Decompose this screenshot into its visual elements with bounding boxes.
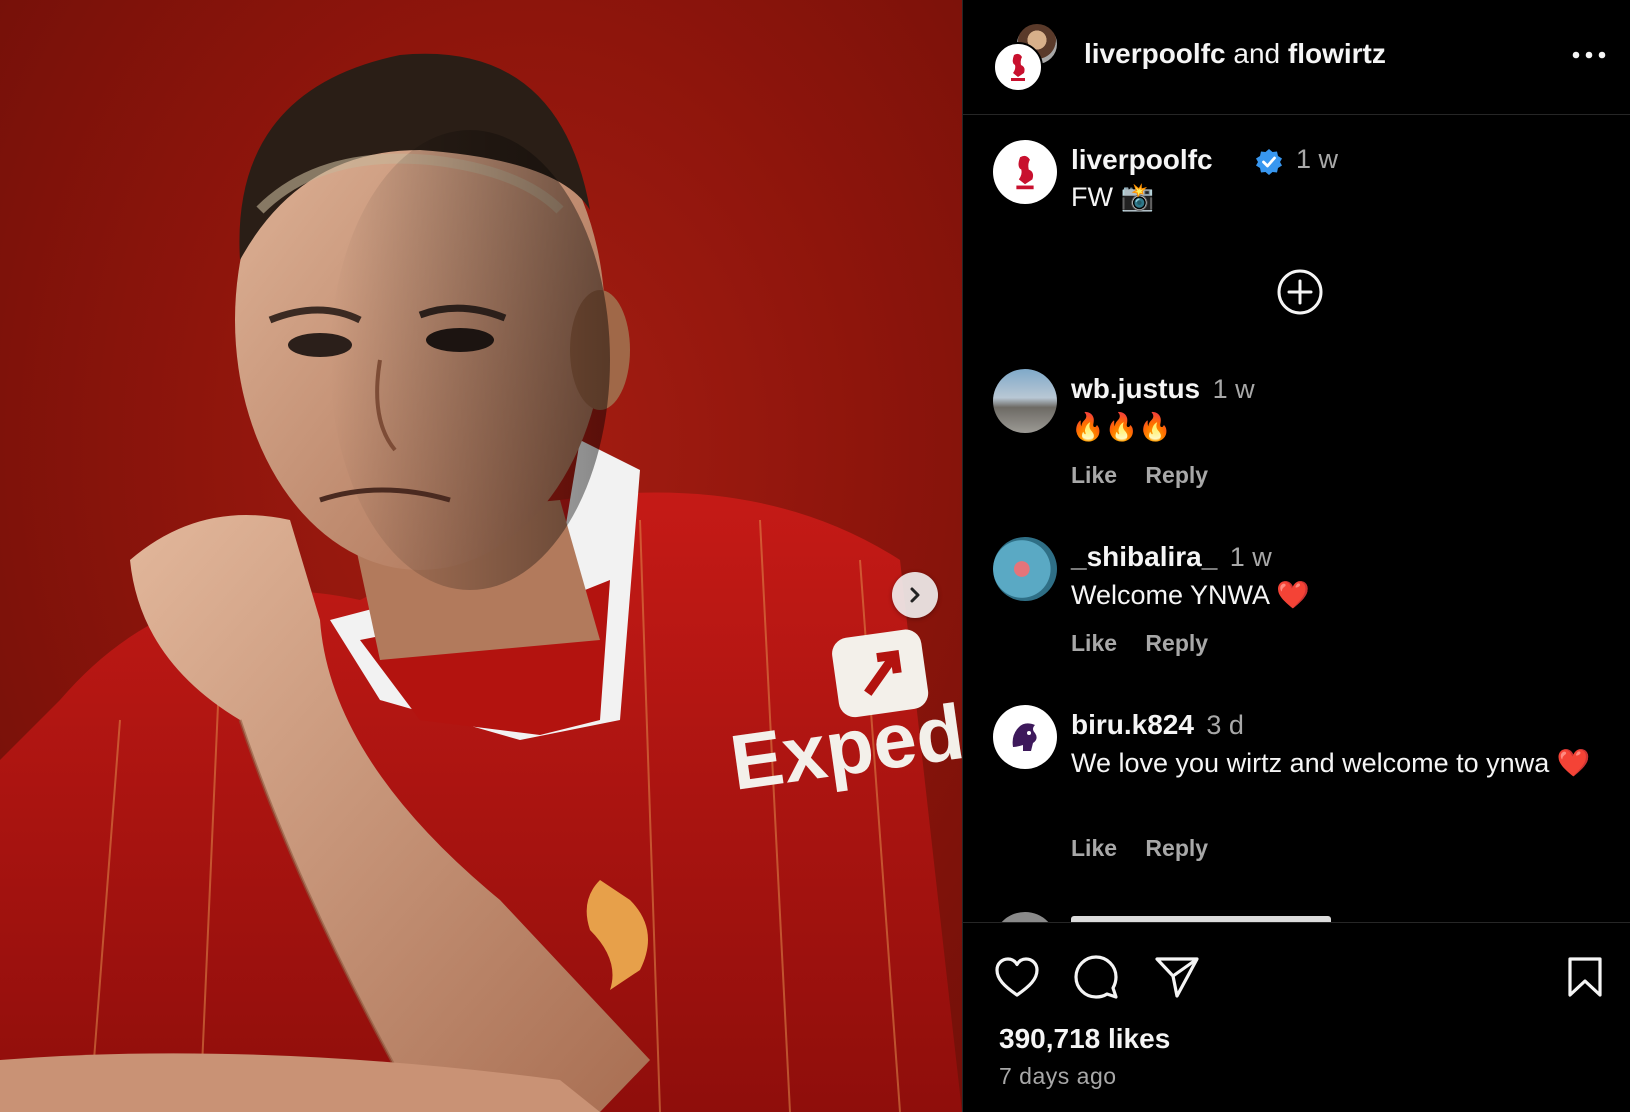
- heart-icon: [995, 957, 1039, 997]
- comment-text: We love you wirtz and welcome to ynwa ❤️: [1071, 748, 1591, 778]
- bookmark-icon: [1568, 957, 1602, 997]
- post-date[interactable]: 7 days ago: [999, 1063, 1117, 1090]
- save-button[interactable]: [1561, 953, 1609, 1001]
- comment-username[interactable]: _shibalira_: [1071, 541, 1217, 572]
- like-comment-button[interactable]: Like: [1071, 462, 1117, 488]
- reply-button[interactable]: Reply: [1145, 835, 1208, 861]
- account-link[interactable]: liverpoolfc: [1084, 38, 1226, 69]
- comment-item: _shibalira_ 1 w Welcome YNWA ❤️ Like Rep…: [993, 537, 1613, 657]
- more-options-button[interactable]: [1569, 42, 1609, 68]
- reply-button[interactable]: Reply: [1145, 462, 1208, 488]
- reply-button[interactable]: Reply: [1145, 630, 1208, 656]
- caption-time[interactable]: 1 w: [1296, 144, 1338, 175]
- avatar[interactable]: [993, 140, 1057, 204]
- comment-time[interactable]: 3 d: [1206, 710, 1244, 740]
- comment-actions: Like Reply: [1071, 630, 1230, 657]
- comment-actions: Like Reply: [1071, 835, 1230, 862]
- caption-username[interactable]: liverpoolfc: [1071, 144, 1213, 176]
- comment-time[interactable]: 1 w: [1230, 542, 1272, 572]
- post-photo: Expedia: [0, 53, 962, 1112]
- avatar[interactable]: [993, 369, 1057, 433]
- partially-visible-comment: [993, 912, 1613, 922]
- more-horizontal-icon: [1572, 51, 1606, 59]
- share-button[interactable]: [1153, 953, 1201, 1001]
- likes-count[interactable]: 390,718 likes: [999, 1023, 1170, 1055]
- chevron-right-icon: [910, 587, 920, 603]
- post-footer: 390,718 likes 7 days ago: [963, 922, 1630, 1112]
- like-button[interactable]: [993, 953, 1041, 1001]
- post-side-panel: liverpoolfc and flowirtz liverpoolfc 1 w…: [962, 0, 1630, 1112]
- next-photo-button[interactable]: [892, 572, 938, 618]
- collab-avatars[interactable]: [993, 22, 1063, 92]
- post-header-title: liverpoolfc and flowirtz: [1084, 38, 1386, 70]
- comment-time[interactable]: 1 w: [1213, 374, 1255, 404]
- caption-text: FW 📸: [1071, 182, 1155, 212]
- liverbird-crest-icon: [1016, 155, 1034, 190]
- post-media[interactable]: Expedia: [0, 0, 962, 1112]
- comment-button[interactable]: [1072, 953, 1120, 1001]
- post-header: liverpoolfc and flowirtz: [963, 0, 1630, 115]
- comment-username[interactable]: biru.k824: [1071, 709, 1194, 740]
- comment-item: biru.k824 3 d We love you wirtz and welc…: [993, 705, 1613, 865]
- avatar[interactable]: [993, 537, 1057, 601]
- avatar[interactable]: [993, 705, 1057, 769]
- verified-badge-icon: [1256, 149, 1282, 175]
- comment-text: Welcome YNWA ❤️: [1071, 580, 1310, 610]
- liverbird-crest-icon: [1011, 53, 1025, 81]
- comment-username[interactable]: wb.justus: [1071, 373, 1200, 404]
- load-more-comments-icon[interactable]: [1276, 268, 1324, 316]
- comment-text: 🔥🔥🔥: [1071, 412, 1172, 442]
- joiner-text: and: [1233, 38, 1281, 69]
- comment-item: wb.justus 1 w 🔥🔥🔥 Like Reply: [993, 369, 1613, 489]
- lion-logo-icon: [1012, 723, 1037, 751]
- paper-plane-icon: [1155, 957, 1199, 998]
- like-comment-button[interactable]: Like: [1071, 835, 1117, 861]
- post-caption: liverpoolfc 1 w FW 📸: [993, 140, 1613, 220]
- comment-actions: Like Reply: [1071, 462, 1230, 489]
- comment-bubble-icon: [1074, 955, 1118, 999]
- account-link[interactable]: flowirtz: [1288, 38, 1386, 69]
- avatar[interactable]: [993, 42, 1043, 92]
- like-comment-button[interactable]: Like: [1071, 630, 1117, 656]
